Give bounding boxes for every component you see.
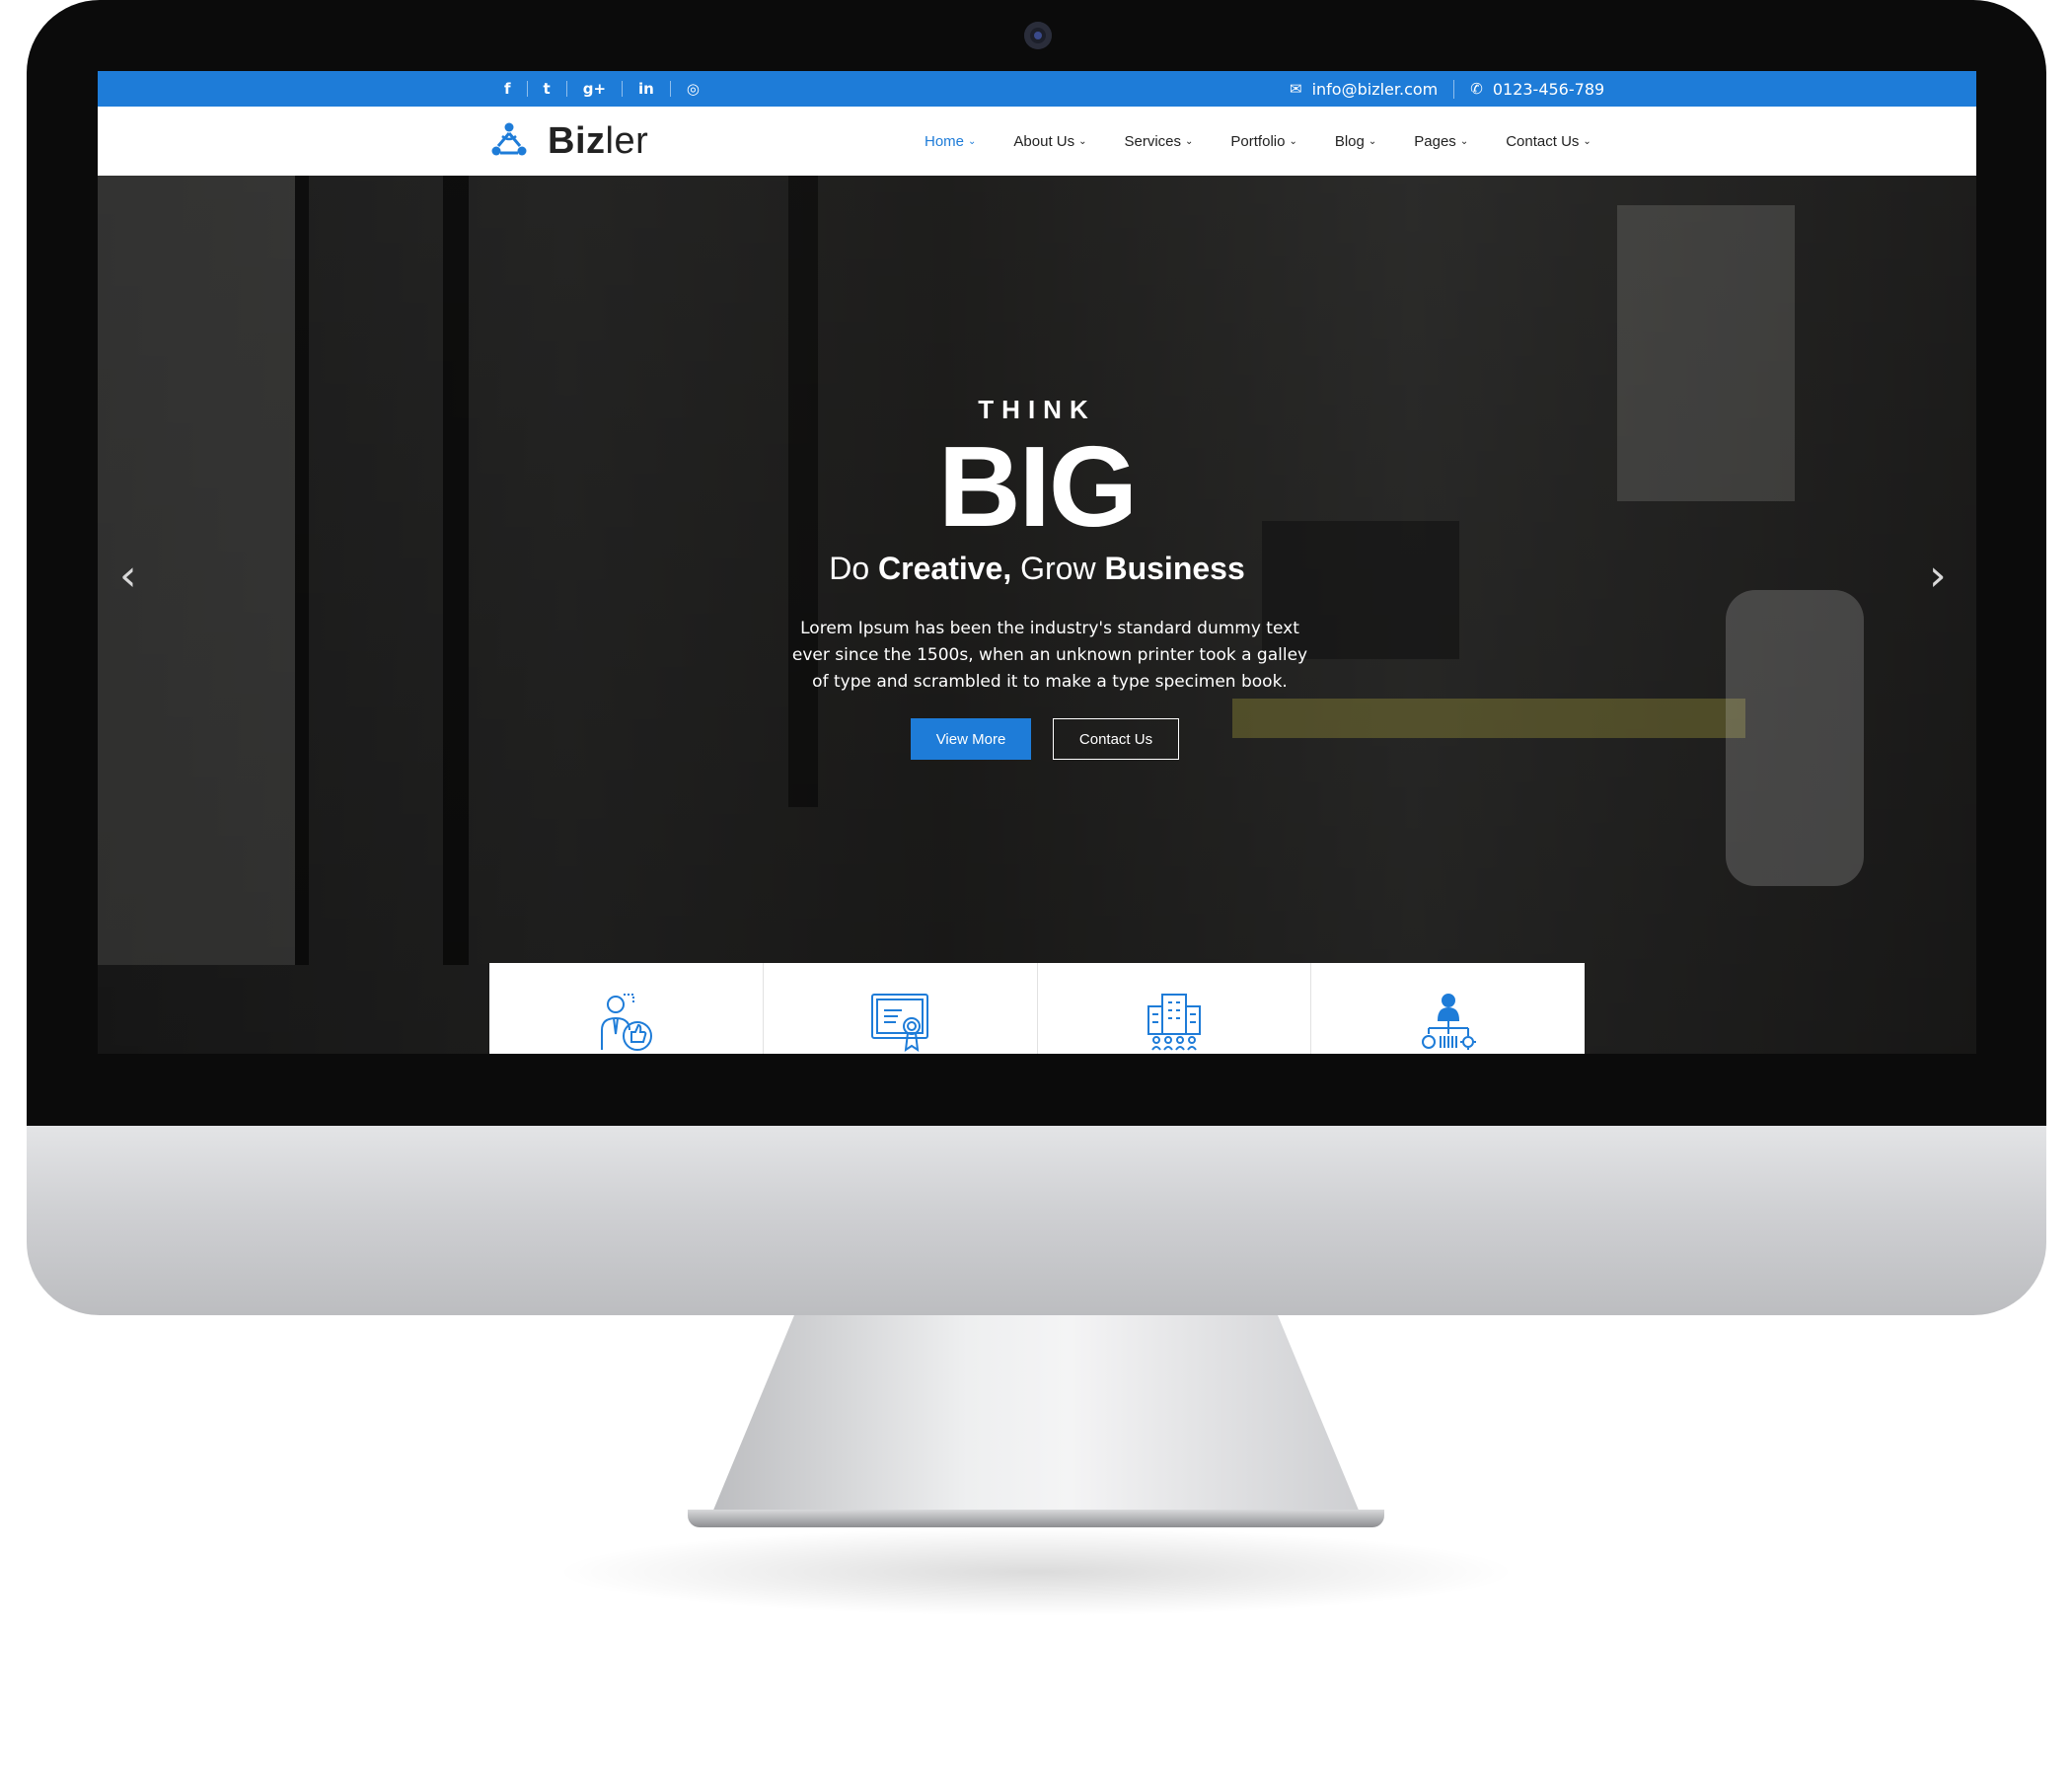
contact-us-button[interactable]: Contact Us — [1053, 718, 1179, 760]
feature-card[interactable] — [1311, 963, 1585, 1054]
hero-headline: BIG — [937, 422, 1138, 551]
hero-description: Lorem Ipsum has been the industry's stan… — [791, 619, 1308, 692]
hero-tagline: Do Creative, Grow Business — [829, 551, 1245, 586]
imac-base — [688, 1510, 1384, 1527]
instagram-icon[interactable]: ◎ — [671, 81, 715, 97]
certificate-icon — [871, 994, 929, 1053]
nav-item-portfolio[interactable]: Portfolio ⌄ — [1230, 133, 1296, 150]
nav-item-pages[interactable]: Pages ⌄ — [1414, 133, 1468, 150]
envelope-icon: ✉ — [1290, 80, 1302, 98]
nav-item-home[interactable]: Home ⌄ — [925, 133, 976, 150]
camera-icon — [1024, 22, 1052, 49]
site-logo[interactable]: Bizler — [488, 118, 648, 164]
linkedin-icon[interactable]: in — [623, 81, 671, 97]
nav-item-about-us[interactable]: About Us ⌄ — [1013, 133, 1086, 150]
slider-prev-arrow-icon[interactable]: ‹ — [119, 551, 137, 601]
hero-kicker: THINK — [978, 395, 1096, 424]
phone-link[interactable]: ✆ 0123-456-789 — [1454, 80, 1620, 99]
logo-wordmark: Bizler — [548, 119, 649, 162]
twitter-icon[interactable]: t — [528, 81, 567, 97]
imac-chin — [27, 1126, 2046, 1315]
hero-content: THINK BIG Do Creative, Grow Business Lor… — [98, 176, 1976, 1054]
businessman-thumbs-up-icon — [601, 994, 653, 1051]
top-info-bar: f t g+ in ◎ ✉ info@bizler.com ✆ 0123-456… — [98, 71, 1976, 107]
nav-item-services[interactable]: Services ⌄ — [1125, 133, 1194, 150]
hero-slider: THINK BIG Do Creative, Grow Business Lor… — [98, 176, 1976, 1054]
facebook-icon[interactable]: f — [488, 81, 528, 97]
slider-next-arrow-icon[interactable]: › — [1929, 551, 1947, 601]
chevron-down-icon: ⌄ — [1583, 135, 1591, 147]
team-hierarchy-icon — [1421, 994, 1476, 1050]
social-links: f t g+ in ◎ — [488, 71, 715, 107]
feature-cards — [489, 963, 1585, 1054]
feature-card[interactable] — [1038, 963, 1312, 1054]
nav-menu: Home ⌄ About Us ⌄ Services ⌄ Portfolio ⌄ Blo… — [887, 107, 1591, 176]
logo-icon — [491, 122, 527, 156]
chevron-down-icon: ⌄ — [1459, 135, 1469, 147]
feature-card[interactable] — [489, 963, 764, 1054]
imac-stand — [711, 1315, 1361, 1516]
chevron-down-icon: ⌄ — [1368, 135, 1377, 147]
nav-item-blog[interactable]: Blog ⌄ — [1335, 133, 1376, 150]
contact-info: ✉ info@bizler.com ✆ 0123-456-789 — [1274, 71, 1620, 107]
chevron-down-icon: ⌄ — [1289, 135, 1297, 147]
email-link[interactable]: ✉ info@bizler.com — [1274, 79, 1455, 99]
email-text: info@bizler.com — [1311, 79, 1439, 99]
office-building-icon — [1147, 994, 1201, 1051]
phone-text: 0123-456-789 — [1492, 79, 1605, 99]
google-plus-icon[interactable]: g+ — [567, 81, 624, 97]
website-screen: f t g+ in ◎ ✉ info@bizler.com ✆ 0123-456… — [98, 71, 1976, 1054]
feature-card[interactable] — [764, 963, 1038, 1054]
chevron-down-icon: ⌄ — [1078, 135, 1087, 147]
nav-item-contact-us[interactable]: Contact Us ⌄ — [1506, 133, 1591, 150]
chevron-down-icon: ⌄ — [1185, 135, 1194, 147]
main-navbar: Bizler Home ⌄ About Us ⌄ Services ⌄ Portfol… — [98, 107, 1976, 176]
view-more-button[interactable]: View More — [911, 718, 1031, 760]
phone-icon: ✆ — [1470, 80, 1483, 98]
imac-shadow — [553, 1527, 1519, 1616]
chevron-down-icon: ⌄ — [968, 135, 977, 147]
